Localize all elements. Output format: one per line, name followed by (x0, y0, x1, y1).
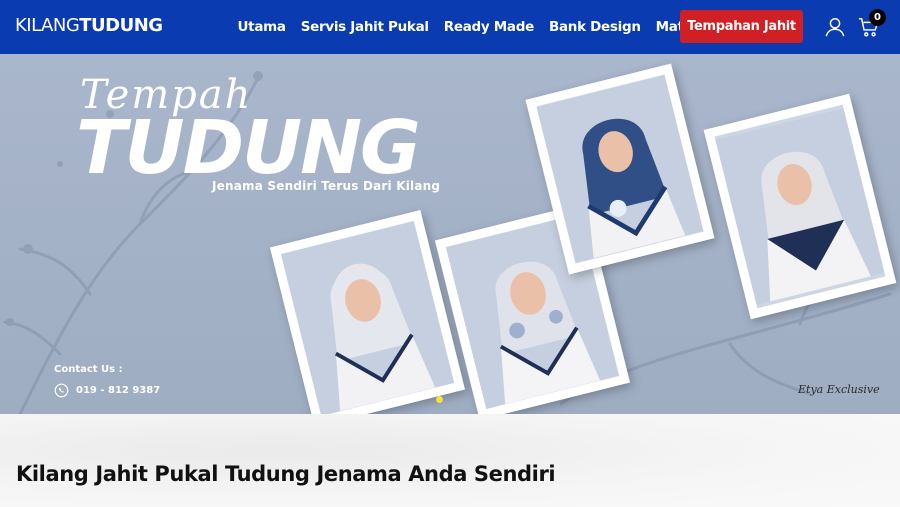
logo-text-part2: TUDUNG (79, 15, 163, 36)
model-illustration (715, 108, 885, 305)
model-illustration (280, 221, 455, 414)
brand-watermark: Etya Exclusive (798, 383, 880, 396)
nav-item-bank-design[interactable]: Bank Design (541, 0, 648, 54)
page-title: Kilang Jahit Pukal Tudung Jenama Anda Se… (16, 462, 556, 486)
contact-phone[interactable]: 019 - 812 9387 (54, 381, 160, 399)
intro-section: Kilang Jahit Pukal Tudung Jenama Anda Se… (0, 414, 900, 507)
slider-indicator[interactable] (436, 396, 443, 403)
contact-phone-number: 019 - 812 9387 (76, 384, 161, 396)
tempahan-jahit-button[interactable]: Tempahan Jahit (680, 10, 803, 43)
logo-text-part1: KILANG (15, 15, 80, 36)
intro-background (0, 414, 900, 507)
nav-item-servis-jahit-pukal[interactable]: Servis Jahit Pukal (293, 0, 436, 54)
nav-item-ready-made[interactable]: Ready Made (436, 0, 541, 54)
user-icon[interactable] (824, 16, 846, 38)
whatsapp-icon (54, 383, 69, 397)
hero-tagline: Jenama Sendiri Terus Dari Kilang (212, 179, 441, 193)
cart-count-badge: 0 (869, 9, 886, 26)
model-illustration (536, 75, 704, 263)
contact-label: Contact Us : (54, 364, 123, 375)
site-logo[interactable]: KILANGTUDUNG (15, 14, 163, 38)
hero-headline: TUDUNG (76, 105, 421, 191)
hero-banner[interactable]: Tempah TUDUNG Jenama Sendiri Terus Dari … (0, 54, 900, 414)
site-header: KILANGTUDUNG Utama Servis Jahit Pukal Re… (0, 0, 900, 54)
nav-item-utama[interactable]: Utama (230, 0, 293, 54)
